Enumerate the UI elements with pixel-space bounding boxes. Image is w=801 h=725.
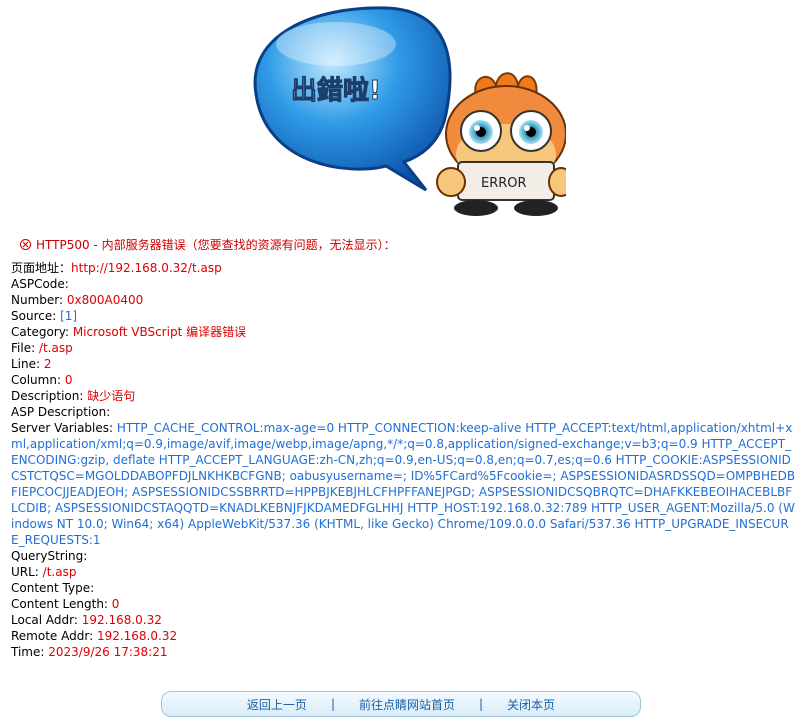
file-value: /t.asp: [38, 341, 73, 355]
time-value: 2023/9/26 17:38:21: [48, 645, 168, 659]
row-aspcode: ASPCode:: [11, 277, 69, 291]
footer-nav: 返回上一页 | 前往点睛网站首页 | 关闭本页: [161, 691, 641, 717]
row-asp-description: ASP Description:: [11, 405, 111, 419]
row-remote-addr: Remote Addr: 192.168.0.32: [11, 629, 178, 643]
local-addr-value: 192.168.0.32: [81, 613, 162, 627]
page-url-value: http://192.168.0.32/t.asp: [71, 261, 222, 275]
row-content-length: Content Length: 0: [11, 597, 120, 611]
error-details: 页面地址：http://192.168.0.32/t.asp ASPCode: …: [11, 260, 796, 660]
row-number: Number: 0x800A0400: [11, 293, 144, 307]
row-server-variables: Server Variables: HTTP_CACHE_CONTROL:max…: [11, 421, 796, 547]
row-time: Time: 2023/9/26 17:38:21: [11, 645, 168, 659]
bubble-text: 出錯啦!: [291, 75, 381, 106]
row-content-type: Content Type:: [11, 581, 95, 595]
category-value: Microsoft VBScript 编译器错误: [72, 325, 247, 339]
error-illustration: 出錯啦! ERROR: [236, 4, 574, 218]
error-mascot: ERROR: [436, 72, 574, 216]
back-link[interactable]: 返回上一页: [223, 696, 331, 713]
server-variables-value: HTTP_CACHE_CONTROL:max-age=0 HTTP_CONNEC…: [11, 421, 796, 547]
row-url: URL: /t.asp: [11, 565, 77, 579]
source-value: [1]: [60, 309, 78, 323]
close-link[interactable]: 关闭本页: [483, 696, 579, 713]
row-file: File: /t.asp: [11, 341, 73, 355]
error-sign-text: ERROR: [481, 176, 527, 191]
content-length-value: 0: [111, 597, 120, 611]
error-title: HTTP500 - 内部服务器错误（您要查找的资源有问题，无法显示）：: [20, 236, 396, 253]
url-value: /t.asp: [42, 565, 77, 579]
remote-addr-value: 192.168.0.32: [96, 629, 178, 643]
row-line: Line: 2: [11, 357, 52, 371]
error-title-text: HTTP500 - 内部服务器错误（您要查找的资源有问题，无法显示）：: [36, 238, 396, 252]
home-link[interactable]: 前往点睛网站首页: [335, 696, 479, 713]
line-value: 2: [43, 357, 52, 371]
description-value: 缺少语句: [87, 389, 136, 403]
row-source: Source: [1]: [11, 309, 78, 323]
column-value: 0: [64, 373, 73, 387]
row-category: Category: Microsoft VBScript 编译器错误: [11, 325, 247, 339]
number-value: 0x800A0400: [66, 293, 144, 307]
row-column: Column: 0: [11, 373, 73, 387]
row-description: Description: 缺少语句: [11, 389, 136, 403]
error-circle-icon: [20, 239, 31, 250]
row-local-addr: Local Addr: 192.168.0.32: [11, 613, 162, 627]
speech-bubble: 出錯啦!: [253, 6, 452, 192]
row-page-url: 页面地址：http://192.168.0.32/t.asp: [11, 261, 222, 275]
row-querystring: QueryString:: [11, 549, 88, 563]
